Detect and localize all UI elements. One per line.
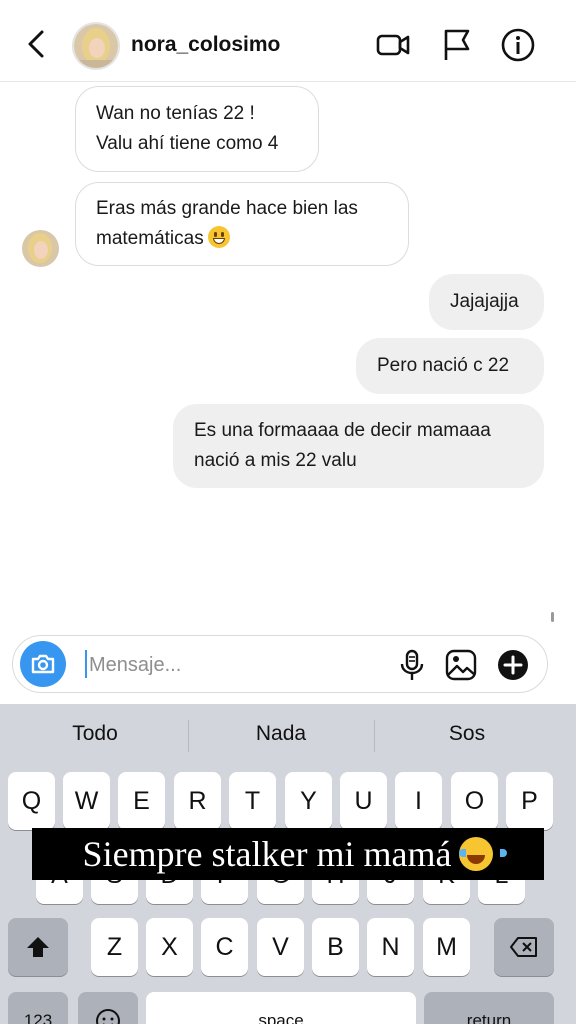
- tears-of-joy-emoji-icon: [459, 837, 508, 871]
- scrollbar[interactable]: [551, 612, 554, 622]
- key[interactable]: E: [118, 772, 165, 830]
- message-bubble-incoming[interactable]: Wan no tenías 22 ! Valu ahí tiene como 4: [75, 86, 319, 172]
- key[interactable]: M: [423, 918, 470, 976]
- key[interactable]: O: [451, 772, 498, 830]
- key[interactable]: P: [506, 772, 553, 830]
- shift-arrow-icon: [27, 937, 49, 957]
- message-thread[interactable]: Wan no tenías 22 ! Valu ahí tiene como 4…: [0, 82, 576, 634]
- back-chevron-icon[interactable]: [22, 28, 54, 60]
- backspace-key[interactable]: [494, 918, 554, 976]
- backspace-icon: [510, 937, 537, 957]
- return-key[interactable]: return: [424, 992, 554, 1024]
- message-text: matemáticas: [96, 228, 204, 249]
- message-composer: [12, 635, 548, 693]
- key[interactable]: Y: [285, 772, 332, 830]
- camera-icon[interactable]: [20, 641, 66, 687]
- chat-username[interactable]: nora_colosimo: [131, 33, 280, 57]
- text-cursor: [85, 650, 87, 678]
- space-key[interactable]: space: [146, 992, 416, 1024]
- sender-avatar[interactable]: [22, 230, 59, 267]
- microphone-icon[interactable]: [395, 648, 429, 682]
- key[interactable]: R: [174, 772, 221, 830]
- chat-header: nora_colosimo: [0, 0, 576, 82]
- suggestion-bar: Todo Nada Sos: [0, 704, 576, 766]
- suggestion-item[interactable]: Nada: [188, 722, 374, 746]
- message-bubble-incoming[interactable]: Eras más grande hace bien las matemática…: [75, 182, 409, 266]
- key[interactable]: X: [146, 918, 193, 976]
- gallery-icon[interactable]: [444, 648, 478, 682]
- message-text: nació a mis 22 valu: [194, 450, 357, 471]
- flag-icon[interactable]: [438, 26, 476, 64]
- suggestion-item[interactable]: Todo: [2, 722, 188, 746]
- key[interactable]: Q: [8, 772, 55, 830]
- suggestion-item[interactable]: Sos: [374, 722, 560, 746]
- message-input[interactable]: [89, 650, 389, 680]
- caption-text: Siempre stalker mi mamá: [82, 834, 452, 874]
- key[interactable]: U: [340, 772, 387, 830]
- message-text: Wan no tenías 22 !: [96, 103, 255, 124]
- emoji-face-icon: [96, 1009, 120, 1024]
- key[interactable]: B: [312, 918, 359, 976]
- video-call-icon[interactable]: [374, 26, 412, 64]
- message-bubble-outgoing[interactable]: Es una formaaaa de decir mamaaa nació a …: [173, 404, 544, 488]
- key[interactable]: V: [257, 918, 304, 976]
- message-bubble-outgoing[interactable]: Jajajajja: [429, 274, 544, 330]
- key[interactable]: T: [229, 772, 276, 830]
- message-text: Es una formaaaa de decir mamaaa: [194, 420, 491, 441]
- info-icon[interactable]: [499, 26, 537, 64]
- key[interactable]: C: [201, 918, 248, 976]
- add-icon[interactable]: [496, 648, 530, 682]
- message-text: Eras más grande hace bien las: [96, 198, 358, 219]
- shift-key[interactable]: [8, 918, 68, 976]
- grinning-face-emoji-icon: [207, 226, 230, 248]
- message-text: Pero nació c 22: [377, 355, 510, 376]
- numbers-key[interactable]: 123: [8, 992, 68, 1024]
- message-bubble-outgoing[interactable]: Pero nació c 22: [356, 338, 544, 394]
- key[interactable]: I: [395, 772, 442, 830]
- key[interactable]: N: [367, 918, 414, 976]
- key[interactable]: W: [63, 772, 110, 830]
- message-text: Jajajajja: [450, 291, 519, 312]
- emoji-key[interactable]: [78, 992, 138, 1024]
- message-text: Valu ahí tiene como 4: [96, 133, 279, 154]
- story-caption: Siempre stalker mi mamá: [32, 828, 544, 880]
- avatar[interactable]: [72, 22, 120, 70]
- key[interactable]: Z: [91, 918, 138, 976]
